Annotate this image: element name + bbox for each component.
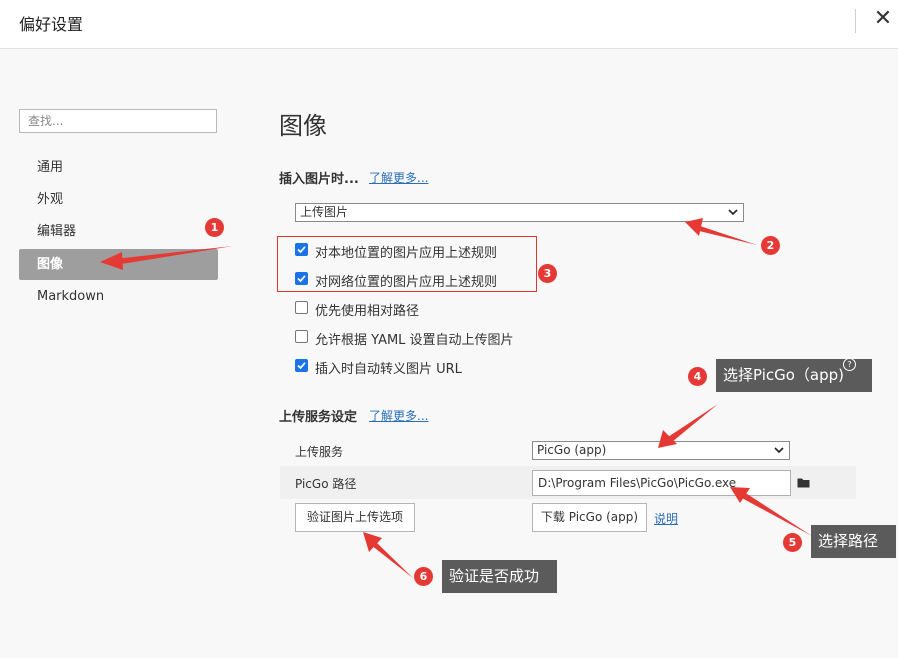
checkbox-escape-url[interactable] xyxy=(295,359,308,372)
insert-section-label: 插入图片时... xyxy=(279,172,359,187)
insert-action-value: 上传图片 xyxy=(300,205,349,219)
folder-icon[interactable] xyxy=(797,477,810,488)
upload-service-select[interactable]: PicGo (app) xyxy=(532,441,790,460)
tip-select-picgo-text: 选择PicGo（app) xyxy=(723,366,845,384)
annotation-badge-5: 5 xyxy=(783,533,802,552)
sidebar-item-appearance[interactable]: 外观 xyxy=(19,184,218,215)
help-link[interactable]: 说明 xyxy=(654,510,678,527)
page-title: 图像 xyxy=(279,112,327,140)
upload-service-label: 上传服务 xyxy=(295,445,344,459)
sidebar-item-markdown[interactable]: Markdown xyxy=(19,281,218,312)
checkbox-label: 优先使用相对路径 xyxy=(315,304,420,319)
upload-service-value: PicGo (app) xyxy=(537,443,607,457)
checkbox-label: 对本地位置的图片应用上述规则 xyxy=(315,246,498,261)
window-title: 偏好设置 xyxy=(19,15,84,34)
verify-upload-button[interactable]: 验证图片上传选项 xyxy=(295,503,415,532)
upload-learn-more-link[interactable]: 了解更多... xyxy=(369,407,428,424)
tip-select-path: 选择路径 xyxy=(811,525,896,558)
search-input[interactable] xyxy=(19,109,217,133)
chevron-down-icon xyxy=(728,209,738,216)
tip-verify: 验证是否成功 xyxy=(442,560,557,593)
upload-section-label: 上传服务设定 xyxy=(279,410,358,425)
sidebar-item-image[interactable]: 图像 xyxy=(19,249,218,280)
checkbox-label: 允许根据 YAML 设置自动上传图片 xyxy=(315,333,514,348)
download-picgo-button[interactable]: 下载 PicGo (app) xyxy=(532,503,647,532)
picgo-path-input[interactable]: D:\Program Files\PicGo\PicGo.exe xyxy=(532,470,791,496)
chevron-down-icon xyxy=(774,447,784,454)
annotation-arrow xyxy=(668,404,718,442)
annotation-arrow xyxy=(695,225,757,245)
insert-action-select[interactable]: 上传图片 xyxy=(295,203,744,222)
annotation-badge-3: 3 xyxy=(538,264,557,283)
title-bar: 偏好设置 ✕ xyxy=(0,0,898,49)
checkbox-label: 插入时自动转义图片 URL xyxy=(315,362,462,377)
annotation-arrowhead xyxy=(363,532,382,552)
checkbox-label: 对网络位置的图片应用上述规则 xyxy=(315,275,498,290)
annotation-badge-1: 1 xyxy=(205,218,224,237)
annotation-badge-2: 2 xyxy=(761,236,780,255)
picgo-path-label: PicGo 路径 xyxy=(295,477,357,491)
annotation-badge-4: 4 xyxy=(688,367,707,386)
check-icon xyxy=(297,246,306,254)
checkbox-relative-path[interactable] xyxy=(295,301,308,314)
help-icon: ? xyxy=(843,358,856,371)
checkbox-network-images[interactable] xyxy=(295,272,308,285)
close-icon[interactable]: ✕ xyxy=(872,6,894,32)
sidebar-item-general[interactable]: 通用 xyxy=(19,152,218,183)
checkbox-yaml-upload[interactable] xyxy=(295,330,308,343)
annotation-arrow xyxy=(371,541,413,578)
check-icon xyxy=(297,275,306,283)
title-separator xyxy=(855,9,856,33)
sidebar-item-editor[interactable]: 编辑器 xyxy=(19,216,218,247)
insert-learn-more-link[interactable]: 了解更多... xyxy=(369,169,428,186)
check-icon xyxy=(297,362,306,370)
checkbox-local-images[interactable] xyxy=(295,243,308,256)
annotation-badge-6: 6 xyxy=(414,567,433,586)
